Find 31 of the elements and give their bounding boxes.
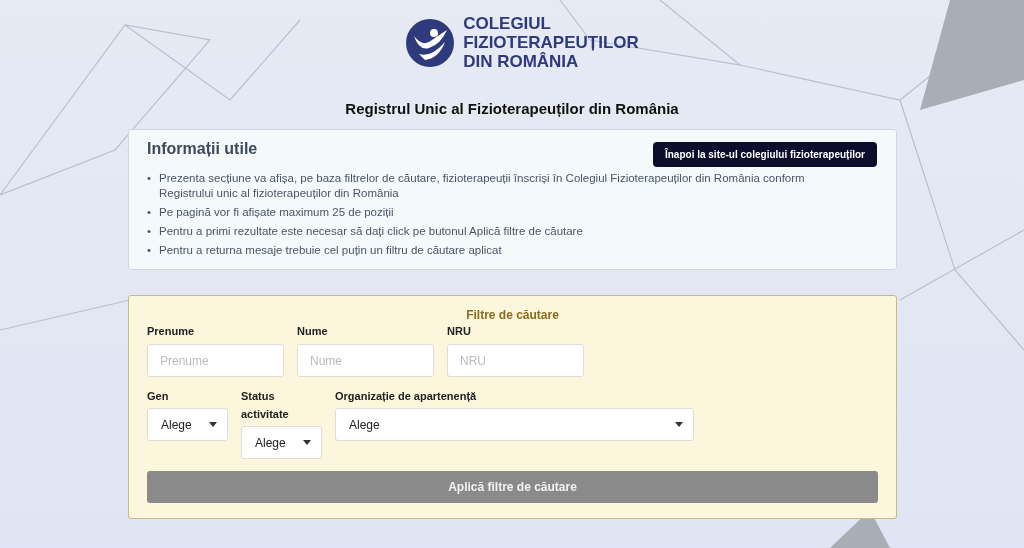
back-button[interactable]: Înapoi la site-ul colegiului fizioterapeuților — [652, 142, 877, 167]
info-item: Prezenta secțiune va afișa, pe baza filtrelor de căutare, fizioterapeuții înscriși în Colegiul Fizioterapeuților din România conform Registrului unic al fizioterapeuților din România — [159, 171, 806, 201]
field-label: Organizație de apartenență — [335, 389, 478, 404]
input-field[interactable]: NRU — [447, 344, 584, 377]
info-item: Pentru a returna mesaje trebuie cel puțin un filtru de căutare aplicat — [159, 243, 502, 258]
filter-title: Filtre de căutare — [465, 308, 560, 322]
caret-icon — [675, 422, 683, 427]
info-title: Informații utile — [147, 140, 258, 158]
bullet: • — [147, 171, 152, 186]
figure-logo-icon — [405, 17, 456, 68]
bullet: • — [147, 243, 152, 258]
field-label: Nume — [297, 324, 329, 339]
dropdown[interactable]: Alege — [147, 408, 228, 441]
bullet: • — [147, 205, 152, 220]
caret-icon — [209, 422, 217, 427]
dropdown[interactable]: Alege — [241, 426, 322, 459]
input-field[interactable]: Nume — [297, 344, 434, 377]
field-label: Status activitate — [241, 389, 290, 422]
field-label: NRU — [447, 324, 472, 339]
dropdown[interactable]: Alege — [335, 408, 694, 441]
info-item: Pe pagină vor fi afișate maximum 25 de poziții — [159, 205, 394, 220]
caret-icon — [303, 440, 311, 445]
logo-text: DIN ROMÂNIA — [463, 52, 580, 71]
page-title: Registrul Unic al Fizioterapeuților din România — [345, 100, 679, 117]
bullet: • — [147, 224, 152, 239]
info-item: Pentru a primi rezultate este necesar să dați click pe butonul Aplică filtre de căutare — [159, 224, 583, 239]
field-label: Prenume — [147, 324, 196, 339]
input-field[interactable]: Prenume — [147, 344, 284, 377]
logo-text: COLEGIUL — [463, 14, 552, 33]
logo-text: FIZIOTERAPEUȚILOR — [463, 33, 639, 52]
field-label: Gen — [147, 389, 170, 404]
